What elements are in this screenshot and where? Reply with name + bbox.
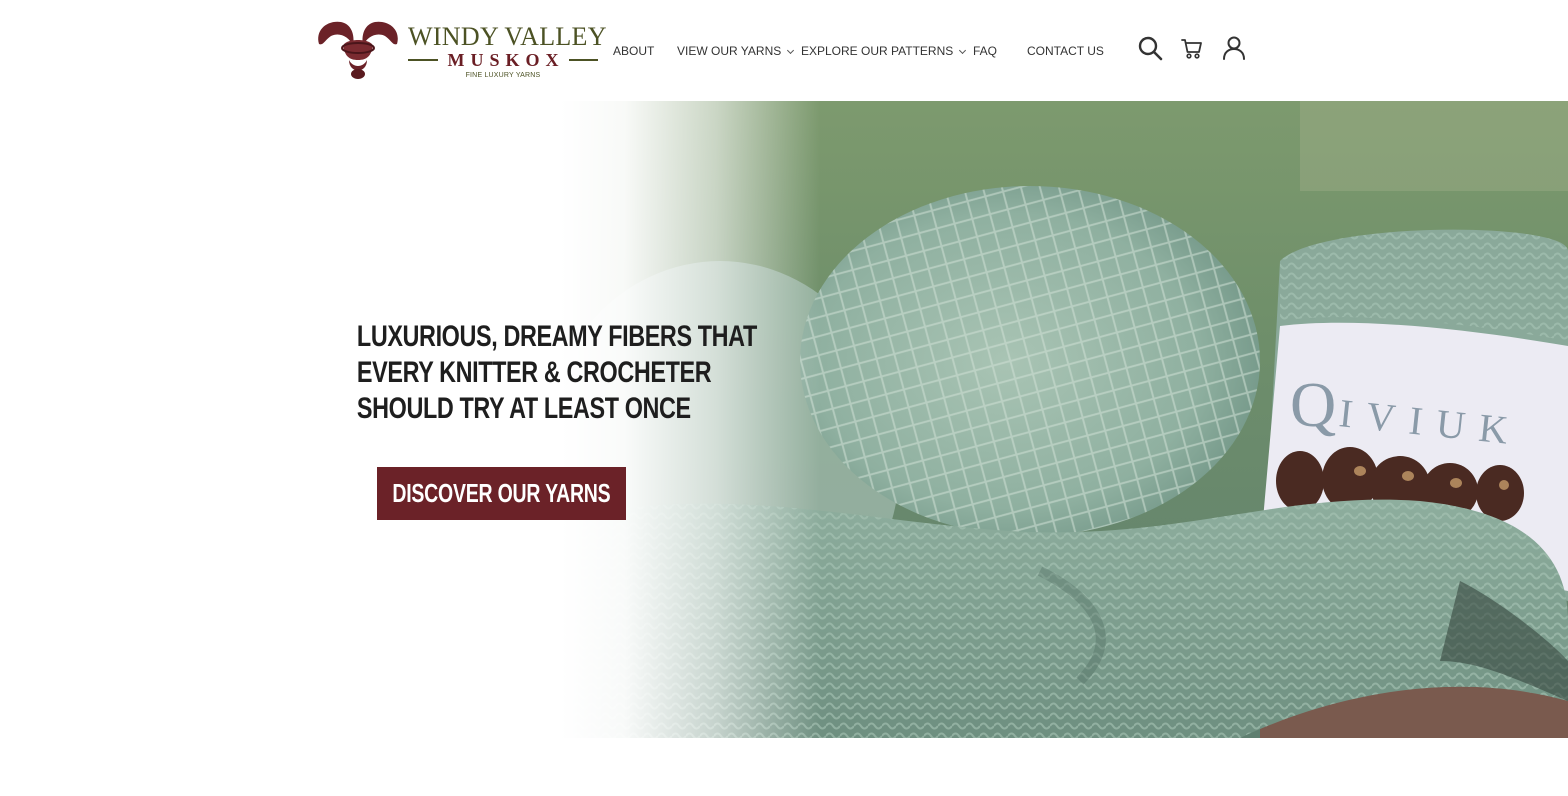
nav-item-view-our-yarns[interactable]: VIEW OUR YARNS	[677, 43, 795, 59]
muskox-logo-icon	[318, 21, 398, 79]
chevron-down-icon	[959, 46, 967, 54]
search-button[interactable]	[1136, 34, 1164, 62]
hero-heading-line: EVERY KNITTER & CROCHETER	[356, 356, 712, 389]
search-icon	[1138, 36, 1163, 61]
logo-subtitle: MUSKOX	[447, 50, 565, 70]
label-text: Q	[1290, 369, 1336, 440]
hero-heading-line: SHOULD TRY AT LEAST ONCE	[356, 392, 691, 425]
logo-wordmark: WINDY VALLEY MUSKOX FINE LUXURY YARNS	[408, 22, 607, 79]
nav-label: EXPLORE OUR PATTERNS	[801, 44, 954, 58]
nav-label: VIEW OUR YARNS	[677, 44, 782, 58]
hero-heading-line: LUXURIOUS, DREAMY FIBERS THAT	[356, 320, 757, 353]
logo-title: WINDY VALLEY	[408, 22, 607, 51]
nav-item-faq[interactable]: FAQ	[973, 43, 997, 59]
nav-label: FAQ	[973, 44, 998, 58]
cta-label: DISCOVER OUR YARNS	[392, 478, 611, 508]
nav-item-contact-us[interactable]: CONTACT US	[1027, 43, 1104, 59]
nav-label: ABOUT	[613, 44, 655, 58]
cart-button[interactable]	[1178, 34, 1206, 62]
nav-item-explore-our-patterns[interactable]: EXPLORE OUR PATTERNS	[801, 43, 967, 59]
site-header: WINDY VALLEY MUSKOX FINE LUXURY YARNS AB…	[0, 0, 1568, 101]
site-logo[interactable]: WINDY VALLEY MUSKOX FINE LUXURY YARNS	[313, 16, 607, 84]
account-icon	[1223, 36, 1245, 60]
cart-icon	[1181, 39, 1202, 59]
discover-yarns-button[interactable]: DISCOVER OUR YARNS	[377, 467, 626, 520]
account-button[interactable]	[1220, 34, 1248, 62]
hero-heading: LUXURIOUS, DREAMY FIBERS THAT EVERY KNIT…	[356, 319, 757, 427]
nav-item-about[interactable]: ABOUT	[613, 43, 654, 59]
chevron-down-icon	[787, 46, 795, 54]
nav-label: CONTACT US	[1027, 44, 1104, 58]
logo-rule-left	[408, 59, 438, 61]
hero-banner: Q IVIUK LUXURIOUS, DREAMY FIBERS THAT EV…	[0, 101, 1568, 738]
logo-tagline: FINE LUXURY YARNS	[465, 72, 541, 79]
hero-content: LUXURIOUS, DREAMY FIBERS THAT EVERY KNIT…	[316, 319, 757, 520]
logo-rule-right	[568, 59, 598, 61]
